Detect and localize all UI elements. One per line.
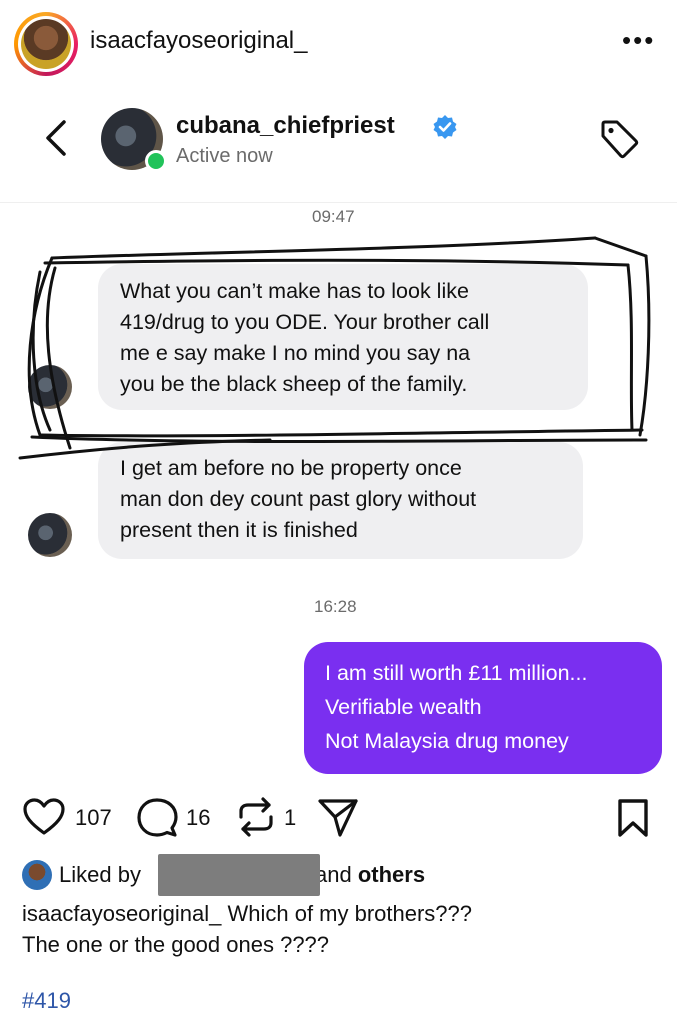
liked-by-avatar[interactable] bbox=[22, 860, 52, 890]
message-line: What you can’t make has to look like bbox=[120, 279, 469, 303]
back-chevron-icon[interactable] bbox=[40, 118, 72, 158]
redacted-username bbox=[158, 854, 320, 896]
verified-badge-icon bbox=[433, 115, 457, 139]
sender-avatar[interactable] bbox=[28, 365, 72, 409]
caption-line-1: Which of my brothers??? bbox=[227, 901, 473, 926]
repost-icon[interactable] bbox=[235, 795, 277, 839]
message-line: Not Malaysia drug money bbox=[325, 729, 569, 753]
message-line: I get am before no be property once bbox=[120, 456, 462, 480]
repost-count[interactable]: 1 bbox=[284, 805, 296, 831]
message-line: present then it is finished bbox=[120, 518, 358, 542]
header-divider bbox=[0, 202, 677, 203]
message-line: man don dey count past glory without bbox=[120, 487, 477, 511]
comment-icon[interactable] bbox=[136, 797, 178, 839]
message-line: Verifiable wealth bbox=[325, 695, 482, 719]
share-icon[interactable] bbox=[316, 795, 360, 839]
incoming-message-bubble[interactable]: I get am before no be property once man … bbox=[98, 442, 583, 559]
tag-icon[interactable] bbox=[598, 118, 640, 160]
incoming-message-bubble[interactable]: What you can’t make has to look like 419… bbox=[98, 264, 588, 410]
post-author-avatar[interactable] bbox=[14, 12, 78, 76]
message-timestamp: 09:47 bbox=[312, 207, 355, 226]
hashtag-link[interactable]: #419 bbox=[22, 988, 71, 1014]
liked-by-others[interactable]: and others bbox=[315, 862, 425, 888]
message-line: me e say make I no mind you say na bbox=[120, 341, 471, 365]
message-line: 419/drug to you ODE. Your brother call bbox=[120, 310, 490, 334]
outgoing-message-bubble[interactable]: I am still worth £11 million... Verifiab… bbox=[304, 642, 662, 774]
post-caption: isaacfayoseoriginal_ Which of my brother… bbox=[22, 898, 662, 960]
comment-count[interactable]: 16 bbox=[186, 805, 210, 831]
message-line: you be the black sheep of the family. bbox=[120, 372, 468, 396]
heart-icon[interactable] bbox=[22, 797, 66, 837]
message-timestamp: 16:28 bbox=[314, 597, 357, 616]
liked-by-label: Liked by bbox=[59, 862, 141, 887]
bookmark-icon[interactable] bbox=[616, 798, 650, 838]
more-icon[interactable]: ••• bbox=[622, 27, 655, 53]
dm-active-status: Active now bbox=[176, 145, 273, 167]
online-status-dot bbox=[145, 150, 167, 172]
post-author-username[interactable]: isaacfayoseoriginal_ bbox=[90, 27, 307, 55]
liked-by-and: and bbox=[315, 862, 352, 887]
message-line: I am still worth £11 million... bbox=[325, 661, 588, 685]
like-count[interactable]: 107 bbox=[75, 805, 112, 831]
caption-username[interactable]: isaacfayoseoriginal_ bbox=[22, 901, 221, 926]
liked-by-others-label: others bbox=[357, 862, 426, 887]
sender-avatar[interactable] bbox=[28, 513, 72, 557]
dm-contact-username[interactable]: cubana_chiefpriest bbox=[176, 112, 395, 140]
caption-line-2: The one or the good ones ???? bbox=[22, 932, 330, 957]
